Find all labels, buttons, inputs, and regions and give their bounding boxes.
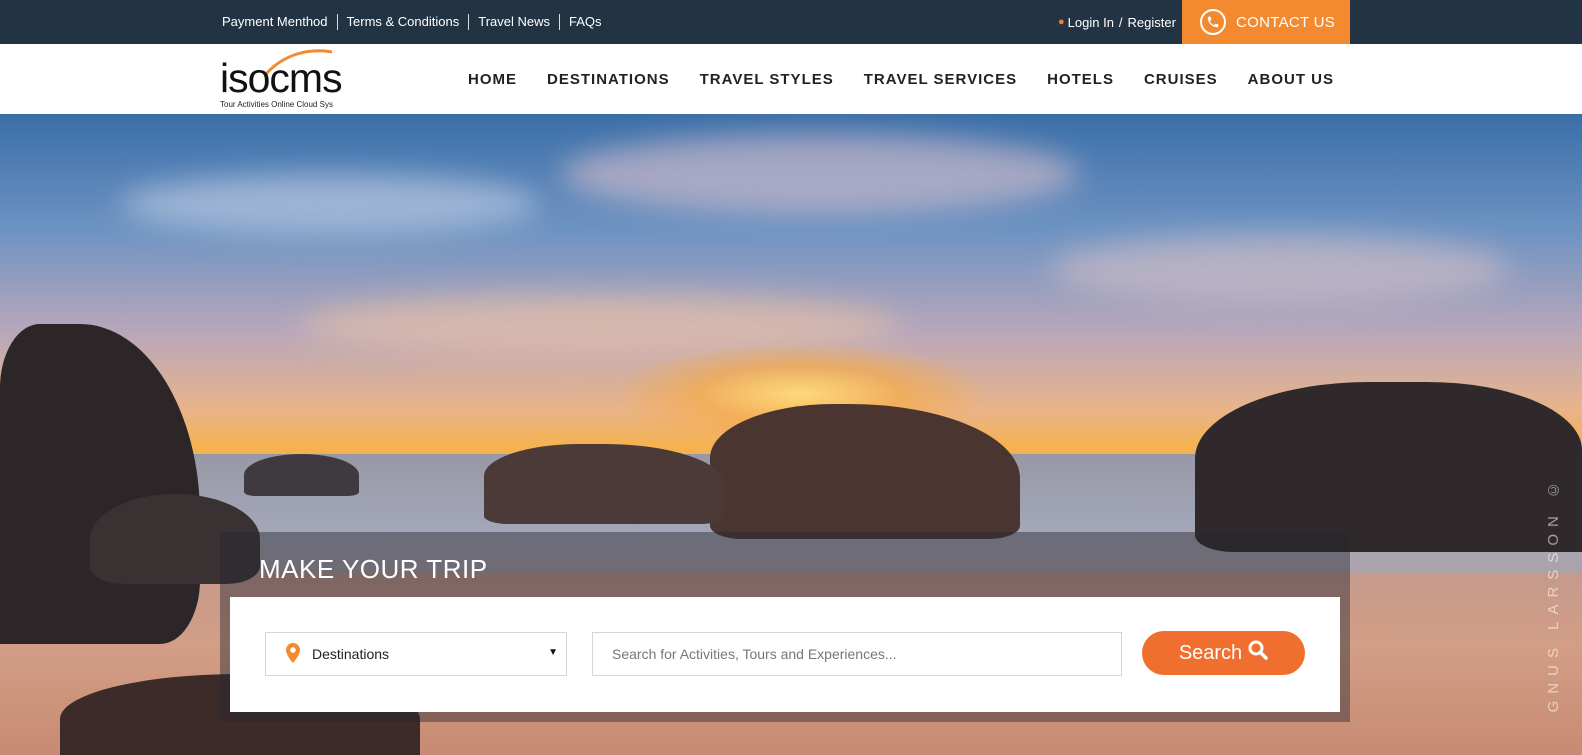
panel-title: MAKE YOUR TRIP (259, 554, 488, 584)
logo[interactable]: isocms Tour Activities Online Cloud Sys (220, 49, 350, 110)
terms-conditions-link[interactable]: Terms & Conditions (336, 14, 469, 30)
hero-cloud (1050, 234, 1510, 304)
photo-credit-watermark: GNUS LARSSON © (1545, 474, 1562, 713)
top-bar: Payment Menthod Terms & Conditions Trave… (0, 0, 1582, 44)
nav-home[interactable]: HOME (468, 71, 517, 88)
hero-rock (484, 444, 724, 524)
travel-news-link[interactable]: Travel News (468, 14, 559, 30)
nav-destinations[interactable]: DESTINATIONS (547, 71, 670, 88)
nav-travel-services[interactable]: TRAVEL SERVICES (864, 71, 1017, 88)
hero-rock (244, 454, 359, 496)
map-pin-icon (286, 642, 300, 666)
nav-cruises[interactable]: CRUISES (1144, 71, 1218, 88)
account-links: ● Login In / Register (1058, 0, 1176, 44)
search-button[interactable]: Search (1142, 631, 1305, 675)
search-icon (1248, 640, 1268, 666)
top-links: Payment Menthod Terms & Conditions Trave… (222, 0, 611, 44)
payment-method-link[interactable]: Payment Menthod (222, 14, 337, 30)
register-link[interactable]: Register (1128, 15, 1176, 30)
hero-rock (710, 404, 1020, 539)
nav-hotels[interactable]: HOTELS (1047, 71, 1114, 88)
faqs-link[interactable]: FAQs (559, 14, 611, 30)
destination-select[interactable]: Destinations ▼ (265, 632, 567, 676)
hero-cloud (120, 174, 540, 234)
logo-tagline: Tour Activities Online Cloud Sys (220, 100, 333, 109)
caret-down-icon: ▼ (548, 647, 558, 658)
login-link[interactable]: Login In (1068, 15, 1114, 30)
destination-select-value: Destinations (312, 646, 390, 662)
logo-wordmark: isocms (220, 55, 343, 101)
search-form: Destinations ▼ Search (230, 597, 1340, 712)
login-separator: / (1118, 14, 1123, 30)
hero-rock (1195, 382, 1582, 552)
search-button-label: Search (1178, 641, 1243, 664)
nav-about-us[interactable]: ABOUT US (1248, 71, 1334, 88)
phone-icon (1200, 9, 1226, 35)
hero-cloud (560, 134, 1080, 214)
main-header: isocms Tour Activities Online Cloud Sys … (0, 44, 1582, 114)
hero-rock (0, 324, 200, 644)
main-nav: HOME DESTINATIONS TRAVEL STYLES TRAVEL S… (438, 44, 1334, 114)
contact-us-label: CONTACT US (1236, 13, 1336, 31)
search-input[interactable] (592, 632, 1122, 676)
nav-travel-styles[interactable]: TRAVEL STYLES (700, 71, 834, 88)
user-icon: ● (1058, 16, 1065, 28)
trip-search-panel: MAKE YOUR TRIP Destinations ▼ Search (220, 532, 1350, 722)
contact-us-button[interactable]: CONTACT US (1182, 0, 1350, 44)
